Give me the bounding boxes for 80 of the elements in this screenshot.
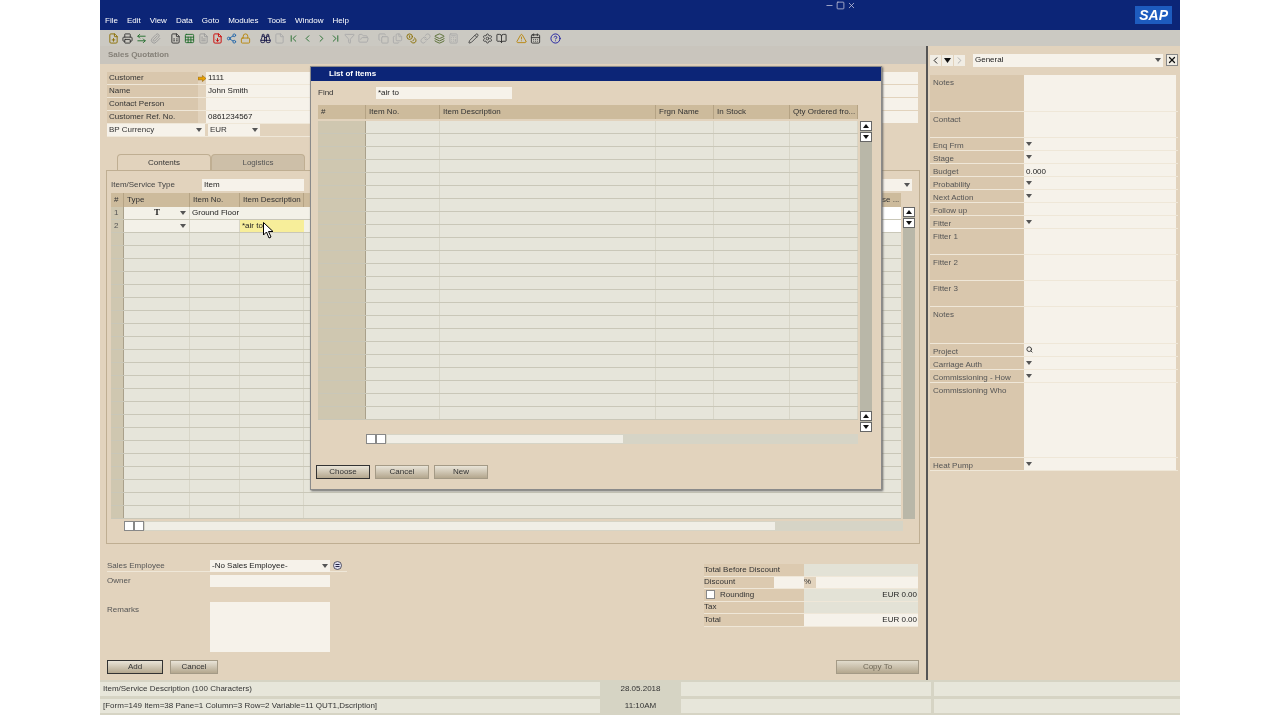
input-field[interactable]: Item <box>202 179 304 191</box>
menu-item[interactable]: Help <box>332 15 349 27</box>
tab[interactable]: Contents <box>117 154 211 170</box>
dialog-button[interactable]: Choose <box>316 465 370 479</box>
column-header[interactable]: Item No. <box>366 105 440 119</box>
field-label: Customer <box>109 72 144 84</box>
status-time: 11:10AM <box>623 700 658 712</box>
sales-employee-select[interactable]: -No Sales Employee- <box>210 559 330 572</box>
input-field[interactable]: John Smith <box>206 85 310 97</box>
menu-item[interactable]: Data <box>175 15 193 27</box>
field-label: Commissioning - How <box>933 373 1011 382</box>
unit-label: % <box>804 576 813 588</box>
column-header[interactable]: Frgn Name <box>656 105 714 119</box>
field-label: Fitter <box>933 219 952 228</box>
menu-item[interactable]: Goto <box>201 15 220 27</box>
field-label: Stage <box>933 154 954 163</box>
find-field[interactable]: *air to <box>376 87 512 99</box>
amount-field[interactable]: EUR 0.00 <box>804 614 918 626</box>
row-number[interactable]: 2 <box>111 220 124 232</box>
field-label: Carriage Auth <box>933 360 982 369</box>
field-label: Follow up <box>933 206 968 215</box>
field-label: Notes <box>933 310 954 319</box>
status-message: Item/Service Description (100 Characters) <box>100 682 600 696</box>
field-label: Budget <box>933 167 959 176</box>
field-label: Tax <box>704 601 717 614</box>
field-label: Sales Employee <box>107 559 166 572</box>
column-header[interactable]: Qty Ordered fro... <box>790 105 858 119</box>
field-label: Fitter 2 <box>933 258 958 267</box>
field-label: Next Action <box>933 193 974 202</box>
window-title: Sales Quotation <box>108 49 169 61</box>
field-label: Item/Service Type <box>111 179 176 191</box>
field-label: Customer Ref. No. <box>109 111 176 123</box>
field-label: Notes <box>933 78 954 87</box>
field-label: Name <box>109 85 131 97</box>
menu-item[interactable]: Tools <box>267 15 287 27</box>
amount-field[interactable]: EUR 0.00 <box>804 589 918 601</box>
field-label: Discount <box>704 576 736 589</box>
currency-select[interactable]: EUR <box>208 124 260 136</box>
menu-item[interactable]: Modules <box>228 15 259 27</box>
logo: SAP <box>1135 6 1172 24</box>
column-header[interactable]: Item Description <box>440 105 656 119</box>
field-label: Total Before Discount <box>704 563 781 576</box>
row-number[interactable]: 1 <box>111 207 124 219</box>
form-button[interactable]: Add <box>107 660 163 674</box>
status-date: 28.05.2018 <box>619 683 662 695</box>
input-field[interactable]: 1111 <box>206 72 310 84</box>
field-label: Total <box>704 613 721 626</box>
field-label: Heat Pump <box>933 461 974 470</box>
field-label: Probability <box>933 180 971 189</box>
status-details: [Form=149 Item=38 Pane=1 Column=3 Row=2 Variable=11 QUT1,Dscription] <box>100 699 600 713</box>
field-label: Project <box>933 347 958 356</box>
menu-item[interactable]: File <box>105 15 118 27</box>
field-label: Fitter 1 <box>933 232 958 241</box>
menu-item[interactable]: Window <box>295 15 324 27</box>
form-button[interactable]: Cancel <box>170 660 218 674</box>
field-label: Find <box>318 87 335 99</box>
column-header[interactable]: # <box>318 105 366 119</box>
column-header[interactable]: In Stock <box>714 105 790 119</box>
table-cell[interactable]: Ground Floor <box>190 207 304 219</box>
tab[interactable]: Logistics <box>211 154 305 170</box>
input-field[interactable]: 0.000 <box>1024 164 1176 176</box>
field-label: Enq Frm <box>933 141 964 150</box>
column-header[interactable]: se ... <box>881 193 901 207</box>
field-label: Owner <box>107 575 132 587</box>
dialog-button[interactable]: New <box>434 465 488 479</box>
view-select[interactable]: General <box>973 53 1163 67</box>
type-select[interactable]: T <box>124 207 190 219</box>
field-label: Commissioning Who <box>933 386 1007 395</box>
menu-item[interactable]: View <box>149 15 167 27</box>
label-dropdown[interactable]: BP Currency <box>107 124 205 136</box>
dialog-title: List of Items <box>329 68 377 80</box>
input-field[interactable]: 0861234567 <box>206 111 310 123</box>
field-label: Fitter 3 <box>933 284 958 293</box>
table-cell[interactable]: *air to <box>240 220 304 232</box>
field-label: Contact <box>933 115 961 124</box>
dialog-button[interactable]: Cancel <box>375 465 429 479</box>
menu-item[interactable]: Edit <box>126 15 141 27</box>
field-label: Rounding <box>720 588 755 601</box>
field-label: Contact Person <box>109 98 165 110</box>
field-label: Remarks <box>107 604 140 616</box>
